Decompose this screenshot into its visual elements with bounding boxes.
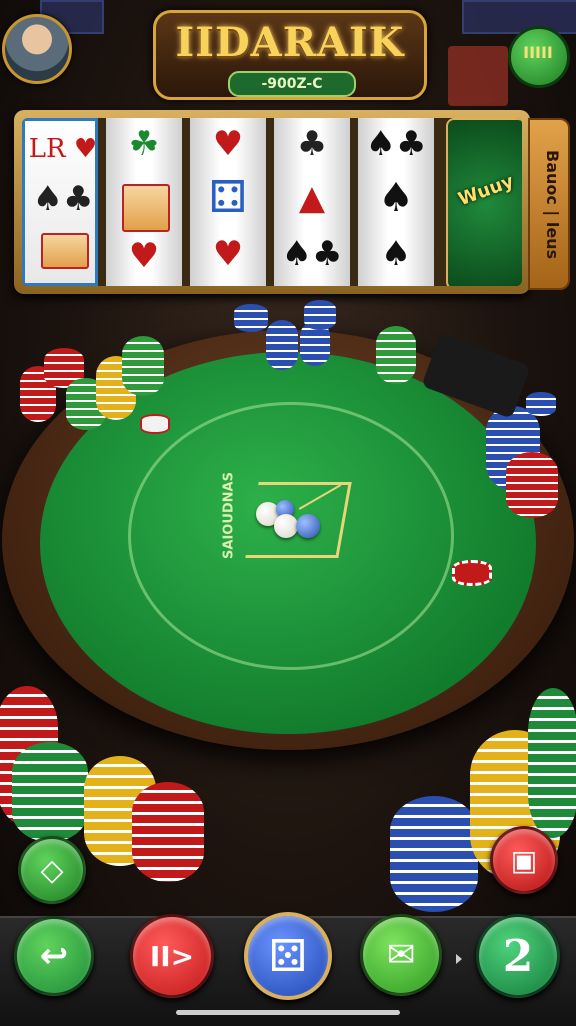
reel-4-symbol-bottom: ♠♣ [281, 234, 343, 274]
ball-3[interactable] [274, 514, 298, 538]
chip-stack-left-5[interactable] [122, 336, 164, 396]
slot-machine-panel: LR ♥ ♠♣ ☘ ♥ ♥ ⚃ ♥ ♣ ▲ ♠♣ ♠♣ ♠ ♠ Wuuy [14, 110, 530, 294]
slot-reels: LR ♥ ♠♣ ☘ ♥ ♥ ⚃ ♥ ♣ ▲ ♠♣ ♠♣ ♠ ♠ Wuuy [22, 118, 522, 286]
game-title: IIDARAIK [175, 19, 405, 66]
game-title-banner: IIDARAIK -900Z-C [153, 10, 427, 100]
reel-1-card-image [41, 233, 89, 269]
slot-reel-2: ☘ ♥ [106, 118, 182, 286]
chip-stack-top-4[interactable] [304, 300, 336, 330]
right-action-button[interactable]: ▣ [490, 826, 558, 894]
menu-icon: IIIII [523, 43, 553, 62]
background-poster-right [448, 46, 508, 106]
frame-icon: ▣ [510, 843, 538, 877]
table-center-label: SAIOUDNAS [221, 472, 237, 559]
chip-stack-top-5[interactable] [376, 326, 416, 384]
slot-side-tab[interactable]: Bauoc | leus [528, 118, 570, 290]
slot-side-tab-label: Bauoc | leus [543, 150, 562, 260]
chip-stack-front-blue[interactable] [390, 796, 478, 912]
chip-single-red[interactable] [452, 560, 492, 586]
play-forward-button[interactable]: II> [130, 914, 214, 998]
number-badge-button[interactable]: 2 [476, 914, 560, 998]
reel-4-symbol-mid: ▲ [298, 178, 326, 218]
slot-reel-1: LR ♥ ♠♣ [22, 118, 98, 286]
chip-stack-right-2[interactable] [506, 452, 558, 518]
number-badge-icon: 2 [502, 930, 534, 982]
slot-reel-3: ♥ ⚃ ♥ [190, 118, 266, 286]
reel-2-symbol-top: ☘ [128, 124, 160, 164]
bonus-symbol-text: Wuuy [455, 170, 517, 211]
reel-3-symbol-top: ♥ [212, 124, 244, 164]
chip-stack-right-3[interactable] [526, 392, 556, 416]
home-indicator[interactable] [176, 1010, 400, 1015]
message-button[interactable]: ✉ [360, 914, 442, 996]
chip-stack-top-1[interactable] [234, 304, 268, 332]
dice-button[interactable]: ⚄ [244, 912, 332, 1000]
reel-5-symbol-bottom: ♠ [380, 234, 412, 274]
diamond-arrow-icon: ◇ [40, 852, 64, 888]
left-action-button[interactable]: ◇ [18, 836, 86, 904]
ball-4[interactable] [296, 514, 320, 538]
chip-stack-front-green[interactable] [12, 742, 88, 842]
reel-1-symbol-mid: ♠♣ [32, 179, 94, 219]
player-avatar[interactable] [2, 14, 72, 84]
chip-single-white[interactable] [140, 414, 170, 434]
reel-2-symbol-bottom: ♥ [128, 236, 160, 276]
reel-5-symbol-top: ♠♣ [365, 124, 427, 164]
reel-4-symbol-top: ♣ [296, 124, 328, 164]
back-button[interactable]: ↩ [14, 916, 94, 996]
reel-3-symbol-bottom: ♥ [212, 234, 244, 274]
table-center-label-box: SAIOUDNAS [212, 472, 240, 566]
play-forward-icon: II> [149, 939, 195, 973]
chip-stack-front-green-2[interactable] [528, 688, 576, 838]
game-subtitle: -900Z-C [228, 71, 356, 97]
reel-2-card-image [122, 184, 170, 232]
chip-stack-front-red-2[interactable] [132, 782, 204, 882]
slot-bonus-reel: Wuuy [446, 118, 522, 286]
back-arrow-icon: ↩ [39, 936, 69, 976]
reel-1-symbol-top: LR ♥ [28, 134, 98, 164]
nav-arrow-icon [456, 954, 462, 964]
background-sign-right [462, 0, 576, 34]
reel-5-symbol-mid: ♠ [378, 175, 414, 221]
chip-stack-top-2[interactable] [266, 320, 298, 370]
dice-icon: ⚄ [268, 930, 308, 982]
slot-reel-5: ♠♣ ♠ ♠ [358, 118, 434, 286]
menu-button[interactable]: IIIII [508, 26, 570, 88]
message-icon: ✉ [386, 935, 416, 975]
slot-reel-4: ♣ ▲ ♠♣ [274, 118, 350, 286]
reel-3-symbol-mid: ⚃ [208, 172, 248, 223]
